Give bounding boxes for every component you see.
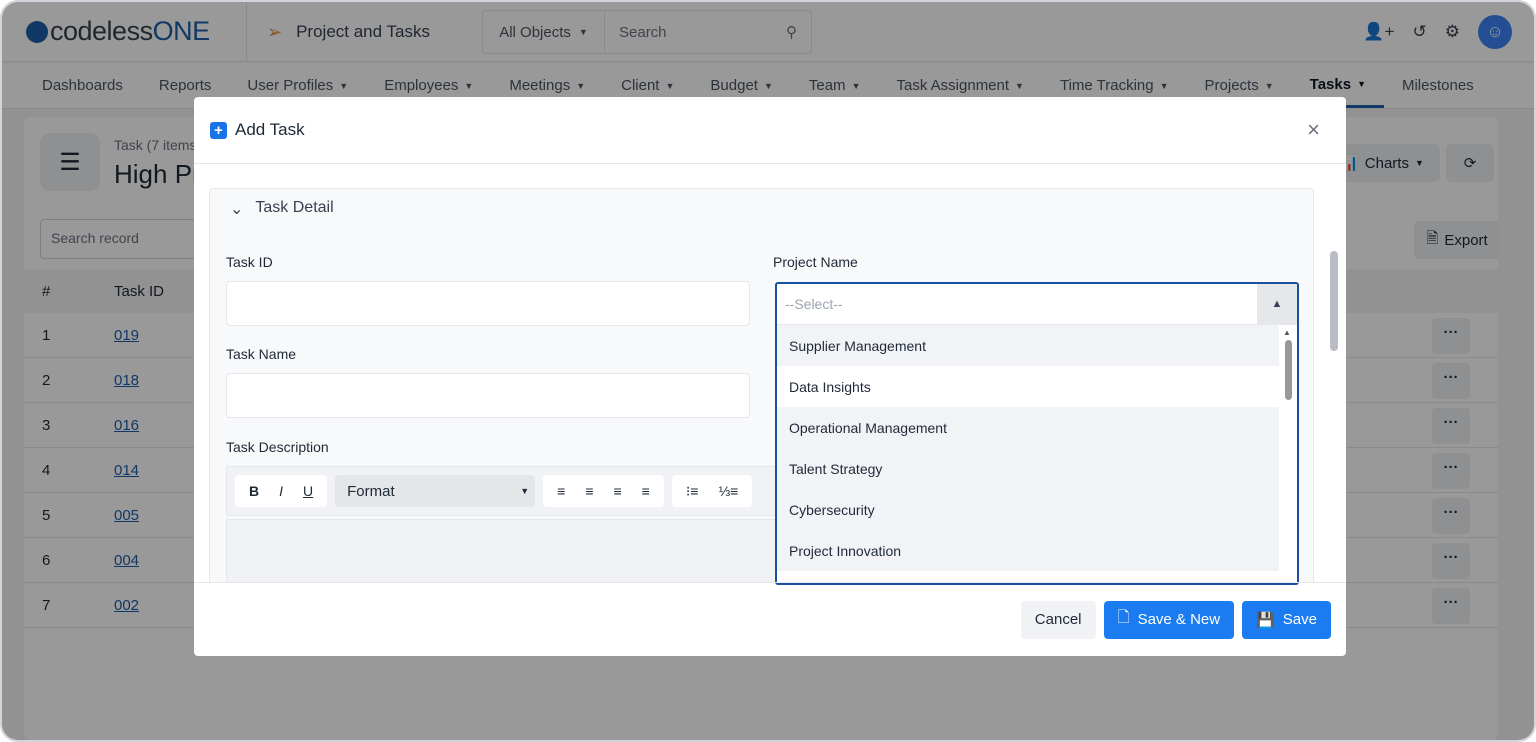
save-and-new-button[interactable]: 🗋 Save & New [1103, 600, 1235, 639]
project-name-dropdown[interactable]: --Select-- ▲ Supplier Management Data Insi… [775, 282, 1299, 585]
task-name-label: Task Name [226, 346, 297, 362]
close-icon[interactable]: × [1307, 117, 1320, 143]
app-window: codelessONE ➢ Project and Tasks All Objec… [0, 0, 1536, 742]
align-left-icon[interactable]: ≡ [557, 483, 565, 499]
dropdown-option[interactable]: Talent Strategy [777, 448, 1279, 489]
project-select[interactable]: --Select-- ▲ [777, 284, 1297, 325]
bold-button[interactable]: B [249, 483, 259, 499]
cancel-button[interactable]: Cancel [1020, 600, 1096, 639]
add-task-modal: + Add Task × ⌄ Task Detail Task ID Task Na… [194, 97, 1346, 656]
floppy-icon: 💾 [1256, 611, 1275, 629]
select-placeholder: --Select-- [785, 296, 843, 312]
dropdown-option[interactable]: Supplier Management [777, 325, 1279, 366]
format-select[interactable]: Format ▼ [335, 475, 536, 507]
align-right-icon[interactable]: ≡ [613, 483, 621, 499]
task-name-input[interactable] [226, 373, 750, 418]
plus-square-icon: + [210, 121, 227, 139]
bullet-list-icon[interactable]: ⁝≡ [686, 483, 699, 500]
chevron-down-icon: ⌄ [230, 201, 244, 218]
task-id-label: Task ID [226, 254, 273, 270]
task-id-input[interactable] [226, 281, 750, 326]
dropdown-option[interactable]: Data Insights [777, 366, 1279, 407]
save-button[interactable]: 💾 Save [1242, 600, 1331, 639]
section-title: Task Detail [255, 199, 334, 216]
editor-toolbar: B I U Format ▼ ≡ ≡ ≡ ≡ ⁝≡ ⅓≡ [226, 466, 786, 516]
modal-title: Add Task [235, 120, 305, 139]
caret-down-icon: ▼ [520, 486, 530, 496]
italic-button[interactable]: I [279, 483, 283, 499]
project-name-label: Project Name [773, 254, 858, 270]
section-toggle[interactable]: ⌄ Task Detail [230, 199, 334, 219]
caret-up-icon[interactable]: ▲ [1257, 284, 1297, 324]
underline-button[interactable]: U [303, 483, 313, 499]
dropdown-option[interactable]: Cybersecurity [777, 489, 1279, 530]
save-new-label: Save & New [1137, 611, 1221, 628]
align-justify-icon[interactable]: ≡ [642, 483, 650, 499]
format-label: Format [347, 482, 395, 500]
dropdown-scrollbar[interactable]: ▲ [1283, 328, 1293, 578]
file-plus-icon: 🗋 [1117, 609, 1130, 626]
modal-footer: Cancel 🗋 Save & New 💾 Save [194, 582, 1346, 656]
numbered-list-icon[interactable]: ⅓≡ [718, 483, 738, 499]
task-description-label: Task Description [226, 439, 329, 455]
dropdown-option[interactable]: Project Innovation [777, 530, 1279, 571]
align-center-icon[interactable]: ≡ [585, 483, 593, 499]
dropdown-option[interactable]: Operational Management [777, 407, 1279, 448]
modal-scrollbar[interactable] [1330, 237, 1340, 582]
save-label: Save [1282, 611, 1317, 628]
description-editor[interactable] [226, 519, 786, 582]
cancel-label: Cancel [1034, 611, 1082, 628]
